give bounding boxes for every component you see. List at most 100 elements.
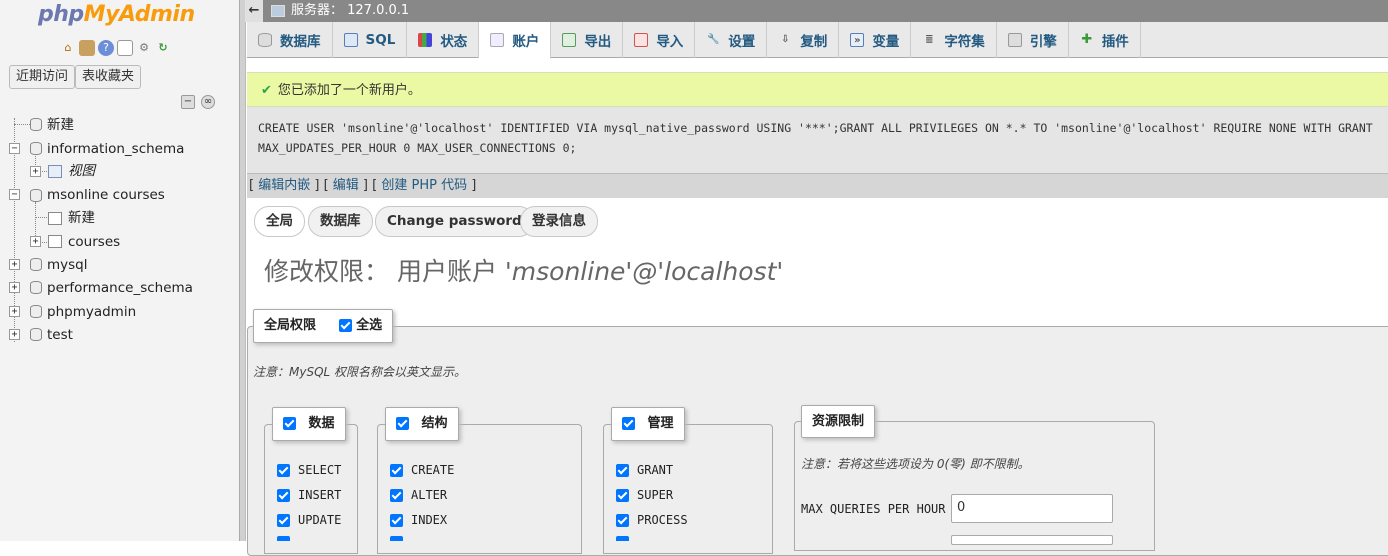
privilege-insert[interactable]: INSERT <box>277 487 341 503</box>
table-icon <box>48 235 62 248</box>
expand-icon[interactable]: + <box>30 166 41 177</box>
privilege-super[interactable]: SUPER <box>616 487 673 503</box>
max-queries-input[interactable]: 0 <box>951 494 1113 523</box>
collapse-icon[interactable]: − <box>9 189 20 200</box>
expand-icon[interactable]: + <box>9 329 20 340</box>
database-icon <box>30 142 42 155</box>
tree-item-courses[interactable]: courses <box>68 231 120 253</box>
sidebar-resizer[interactable] <box>240 0 246 541</box>
tree-item-performance-schema[interactable]: performance_schema <box>47 277 193 299</box>
tab-settings[interactable]: 🔧 设置 <box>695 22 768 58</box>
tab-accounts[interactable]: 账户 <box>479 22 552 59</box>
home-icon[interactable]: ⌂ <box>60 40 76 56</box>
new-database-icon <box>30 118 42 131</box>
resource-limits-legend: 资源限制 <box>801 405 876 438</box>
edit-inline-link[interactable]: 编辑内嵌 <box>258 178 310 193</box>
recent-button[interactable]: 近期访问 <box>9 65 76 89</box>
max-queries-label: MAX QUERIES PER HOUR <box>801 502 946 516</box>
expand-icon[interactable]: + <box>30 236 41 247</box>
tab-export[interactable]: 导出 <box>551 22 624 58</box>
structure-legend[interactable]: 结构 <box>385 407 459 441</box>
privilege-select[interactable]: SELECT <box>277 462 341 478</box>
tab-sql[interactable]: SQL <box>333 22 408 58</box>
main-tabs: 数据库 SQL 状态 账户 导出 导入 🔧 设置 ⇩ 复制 » 变量 ≣ 字符集 引擎 … <box>247 22 1388 59</box>
gear-icon[interactable]: ⚙ <box>136 40 152 56</box>
create-php-code-link[interactable]: 创建 PHP 代码 <box>381 178 467 193</box>
tab-engines[interactable]: 引擎 <box>997 22 1069 58</box>
tab-databases[interactable]: 数据库 <box>247 22 333 58</box>
edit-link[interactable]: 编辑 <box>333 178 359 193</box>
tab-replication[interactable]: ⇩ 复制 <box>767 22 840 58</box>
checkbox-icon <box>396 417 409 430</box>
subtab-login-info[interactable]: 登录信息 <box>520 206 598 237</box>
logout-icon[interactable] <box>79 40 95 56</box>
max-updates-input[interactable] <box>951 535 1113 545</box>
data-legend[interactable]: 数据 <box>272 407 346 441</box>
privilege-label: SELECT <box>298 463 342 477</box>
expand-icon[interactable]: + <box>9 282 20 293</box>
collapse-all-icon[interactable]: − <box>181 95 195 109</box>
tab-status[interactable]: 状态 <box>407 22 480 58</box>
checkbox-icon[interactable] <box>390 536 403 541</box>
subtab-change-password[interactable]: Change password <box>375 206 534 237</box>
tree-item-msonline-courses[interactable]: msonline courses <box>47 184 165 206</box>
check-icon: ✔ <box>261 83 272 98</box>
page-title: 修改权限： 用户账户 'msonline'@'localhost' <box>264 257 784 286</box>
privilege-label: INDEX <box>411 513 448 527</box>
favorites-button[interactable]: 表收藏夹 <box>75 65 142 89</box>
tree-item-phpmyadmin[interactable]: phpmyadmin <box>47 301 136 323</box>
success-message: ✔ 您已添加了一个新用户。 <box>247 72 1388 107</box>
status-icon <box>418 33 433 47</box>
phpmyadmin-logo[interactable]: phpMyAdmin <box>38 2 195 27</box>
select-all-checkbox[interactable]: 全选 <box>338 318 382 333</box>
expand-icon[interactable]: + <box>9 259 20 270</box>
back-arrow-icon[interactable]: ← <box>245 0 263 22</box>
checkbox-icon <box>277 464 290 477</box>
checkbox-icon <box>622 417 635 430</box>
checkbox-icon <box>390 464 403 477</box>
tree-item-new-table[interactable]: 新建 <box>68 207 95 229</box>
privilege-index[interactable]: INDEX <box>390 512 447 528</box>
privilege-create[interactable]: CREATE <box>390 462 454 478</box>
navigation-sidebar: phpMyAdmin ⌂ ? ⚙ ↻ 近期访问 表收藏夹 − ∞ 新建 − in… <box>0 0 240 541</box>
tab-import[interactable]: 导入 <box>623 22 696 58</box>
tree-item-mysql[interactable]: mysql <box>47 254 88 276</box>
import-icon <box>634 33 649 47</box>
privilege-label: UPDATE <box>298 513 342 527</box>
checkbox-icon <box>390 489 403 502</box>
checkbox-icon <box>277 514 290 527</box>
privilege-update[interactable]: UPDATE <box>277 512 341 528</box>
checkbox-icon[interactable] <box>277 536 290 541</box>
documentation-icon[interactable] <box>117 40 133 56</box>
collapse-icon[interactable]: − <box>9 143 20 154</box>
link-icon[interactable]: ∞ <box>201 95 215 109</box>
expand-icon[interactable]: + <box>9 306 20 317</box>
privilege-label: PROCESS <box>637 513 688 527</box>
subtab-global[interactable]: 全局 <box>254 206 305 237</box>
tab-charset[interactable]: ≣ 字符集 <box>911 22 997 58</box>
checkbox-icon <box>390 514 403 527</box>
checkbox-icon <box>277 489 290 502</box>
checkbox-icon <box>283 417 296 430</box>
checkbox-icon[interactable] <box>616 536 629 541</box>
tab-plugins[interactable]: ✚ 插件 <box>1069 22 1141 58</box>
tab-variables[interactable]: » 变量 <box>839 22 912 58</box>
privilege-label: INSERT <box>298 488 342 502</box>
administration-legend[interactable]: 管理 <box>611 407 685 441</box>
tree-item-new[interactable]: 新建 <box>47 114 74 136</box>
sql-line-1: CREATE USER 'msonline'@'localhost' IDENT… <box>258 121 1373 135</box>
privilege-alter[interactable]: ALTER <box>390 487 447 503</box>
reload-icon[interactable]: ↻ <box>155 40 171 56</box>
database-icon <box>30 305 42 318</box>
help-icon[interactable]: ? <box>98 40 114 56</box>
database-icon <box>258 33 272 47</box>
server-icon <box>271 5 285 17</box>
privilege-grant[interactable]: GRANT <box>616 462 673 478</box>
tree-item-information-schema[interactable]: information_schema <box>47 138 184 160</box>
tree-item-test[interactable]: test <box>47 324 73 346</box>
privilege-process[interactable]: PROCESS <box>616 512 688 528</box>
administration-legend-label: 管理 <box>647 416 674 431</box>
server-label[interactable]: 服务器： 127.0.0.1 <box>291 0 409 22</box>
subtab-database[interactable]: 数据库 <box>308 206 373 237</box>
tree-item-views[interactable]: 视图 <box>68 160 95 182</box>
